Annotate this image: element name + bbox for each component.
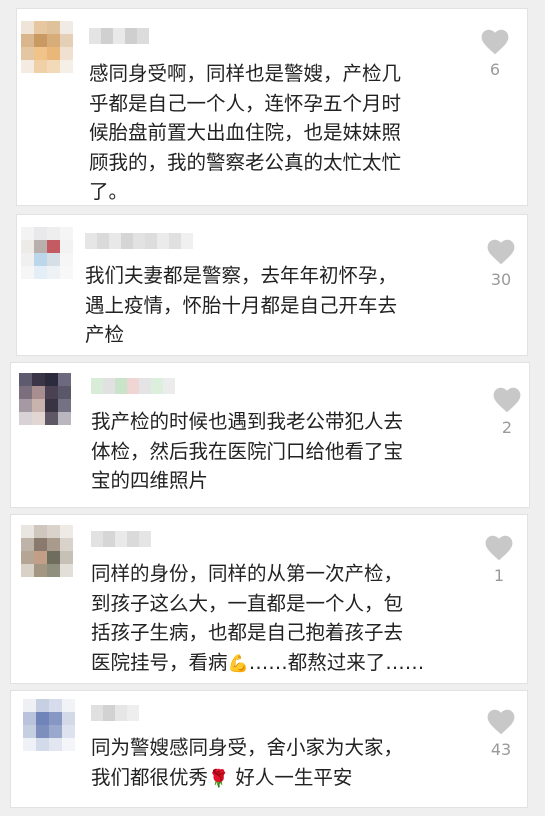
- comment-line: 同样的身份，同样的从第一次产检，: [91, 562, 404, 585]
- like-button[interactable]: 2: [487, 387, 527, 437]
- comment-text: 我产检的时候也遇到我老公带犯人去 体检，然后我在医院门口给他看了宝 宝的四维照片: [91, 407, 403, 496]
- heart-icon: [487, 709, 515, 735]
- comment-line: 医院挂号，看病💪……都熬过来了……: [91, 648, 424, 678]
- rose-emoji: 🌹: [208, 768, 230, 789]
- like-count: 6: [489, 60, 501, 79]
- comment-line: 我产检的时候也遇到我老公带犯人去: [91, 410, 404, 433]
- avatar[interactable]: [23, 699, 75, 751]
- comment-line: 顾我的，我的警察老公真的太忙太忙: [89, 150, 402, 174]
- avatar[interactable]: [21, 227, 73, 279]
- avatar[interactable]: [19, 373, 71, 425]
- heart-icon: [485, 535, 513, 561]
- like-button[interactable]: 1: [479, 535, 519, 585]
- avatar[interactable]: [21, 21, 73, 73]
- comment-line: 乎都是自己一个人，连怀孕五个月时: [89, 91, 402, 115]
- comment-card: 我们夫妻都是警察，去年年初怀孕， 遇上疫情，怀胎十月都是自己开车去 产检 30: [16, 214, 528, 356]
- comment-line: 宝的四维照片: [91, 469, 209, 492]
- comment-line: 候胎盘前置大出血住院，也是妹妹照: [89, 121, 402, 144]
- comment-line-text: 好人一生平安: [229, 765, 353, 789]
- heart-icon: [481, 29, 509, 55]
- comment-card: 同样的身份，同样的从第一次产检， 到孩子这么大，一直都是一个人，包 括孩子生病，…: [10, 514, 528, 684]
- comment-line: 到孩子这么大，一直都是一个人，包: [91, 591, 404, 615]
- username-blurred[interactable]: [89, 28, 149, 44]
- heart-icon: [487, 239, 515, 265]
- comment-line: 我们夫妻都是警察，去年年初怀孕，: [85, 264, 398, 287]
- comment-line: 同为警嫂感同身受，舍小家为大家，: [91, 736, 404, 759]
- like-button[interactable]: 30: [481, 239, 521, 289]
- like-count: 43: [490, 740, 512, 759]
- comment-text: 同为警嫂感同身受，舍小家为大家， 我们都很优秀🌹 好人一生平安: [91, 733, 403, 792]
- comment-text: 同样的身份，同样的从第一次产检， 到孩子这么大，一直都是一个人，包 括孩子生病，…: [91, 559, 424, 677]
- like-count: 2: [501, 418, 513, 437]
- comment-line: 产检: [85, 323, 125, 346]
- comment-line-text: 我们都很优秀: [91, 765, 209, 789]
- avatar[interactable]: [21, 525, 73, 577]
- comment-line: 了。: [89, 180, 129, 203]
- comment-card: 我产检的时候也遇到我老公带犯人去 体检，然后我在医院门口给他看了宝 宝的四维照片…: [10, 362, 530, 508]
- comment-line: 遇上疫情，怀胎十月都是自己开车去: [85, 293, 398, 317]
- comment-line-text: ……都熬过来了……: [248, 650, 425, 674]
- comment-text: 我们夫妻都是警察，去年年初怀孕， 遇上疫情，怀胎十月都是自己开车去 产检: [85, 261, 397, 350]
- heart-icon: [493, 387, 521, 413]
- like-count: 30: [490, 270, 512, 289]
- like-button[interactable]: 6: [475, 29, 515, 79]
- comment-card: 同为警嫂感同身受，舍小家为大家， 我们都很优秀🌹 好人一生平安 43: [10, 690, 528, 808]
- like-count: 1: [493, 566, 505, 585]
- username-blurred[interactable]: [85, 233, 193, 249]
- like-button[interactable]: 43: [481, 709, 521, 759]
- comment-card: 感同身受啊，同样也是警嫂，产检几 乎都是自己一个人，连怀孕五个月时 候胎盘前置大…: [16, 8, 528, 206]
- comment-line: 括孩子生病，也都是自己抱着孩子去: [91, 621, 404, 644]
- username-blurred[interactable]: [91, 531, 151, 547]
- comment-text: 感同身受啊，同样也是警嫂，产检几 乎都是自己一个人，连怀孕五个月时 候胎盘前置大…: [89, 59, 401, 207]
- comment-line: 我们都很优秀🌹 好人一生平安: [91, 763, 403, 793]
- flexed-biceps-emoji: 💪: [227, 653, 249, 674]
- username-blurred[interactable]: [91, 378, 175, 394]
- comment-line-text: 医院挂号，看病: [91, 650, 228, 674]
- comment-line: 体检，然后我在医院门口给他看了宝: [91, 439, 404, 463]
- comment-line: 感同身受啊，同样也是警嫂，产检几: [89, 62, 402, 85]
- username-blurred[interactable]: [91, 705, 139, 721]
